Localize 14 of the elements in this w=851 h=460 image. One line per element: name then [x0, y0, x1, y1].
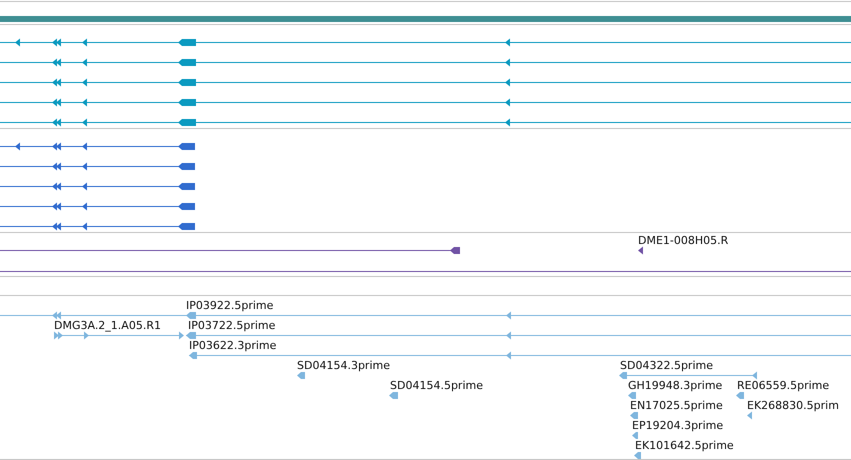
feature-label: SD04154.3prime: [297, 359, 390, 372]
feature-label: GH19948.3prime: [628, 379, 722, 392]
feature-label: EN17025.5prime: [630, 399, 723, 412]
feature-label: EK101642.5prime: [635, 439, 734, 452]
feature-label: EK268830.5prim: [747, 399, 839, 412]
feature-label: DMG3A.2_1.A05.R1: [54, 319, 161, 332]
feature-label: SD04322.5prime: [620, 359, 713, 372]
feature-label: IP03922.5prime: [186, 299, 274, 312]
feature-label: RE06559.5prime: [737, 379, 830, 392]
feature-label: IP03622.3prime: [189, 339, 276, 352]
feature-label: SD04154.5prime: [390, 379, 483, 392]
feature-label: IP03722.5prime: [188, 319, 276, 332]
feature-label: EP19204.3prime: [632, 419, 724, 432]
feature-label: DME1-008H05.R: [638, 234, 728, 247]
